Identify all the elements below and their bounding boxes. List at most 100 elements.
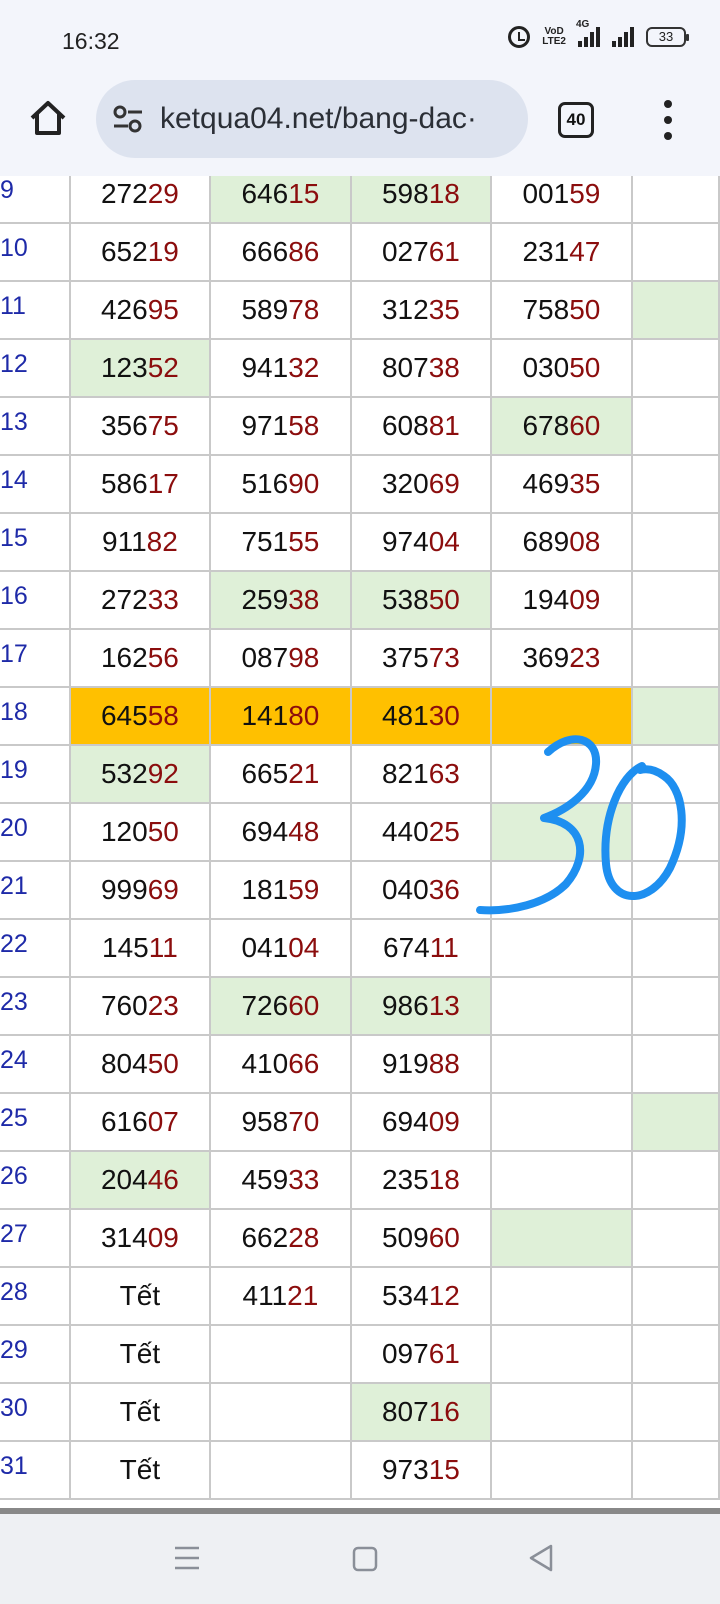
result-cell: 75155: [209, 512, 352, 572]
result-cell: [209, 1382, 352, 1442]
result-cell: 31409: [68, 1208, 212, 1268]
more-vert-icon[interactable]: [660, 100, 676, 140]
result-cell: 64558: [68, 686, 212, 746]
result-last-two: 19: [147, 236, 179, 267]
result-last-two: 35: [569, 468, 601, 499]
table-row: 27 31409 66228 50960: [0, 1208, 720, 1268]
result-cell: 99969: [68, 860, 212, 920]
result-last-two: 47: [569, 236, 601, 267]
result-last-two: 50: [428, 584, 460, 615]
day-number: 13: [0, 396, 71, 456]
result-cell: [630, 976, 720, 1036]
result-prefix: 369: [522, 642, 570, 673]
back-icon[interactable]: [528, 1544, 554, 1572]
result-prefix: 608: [381, 410, 429, 441]
result-prefix: Tết: [119, 1338, 161, 1369]
result-cell: 14180: [209, 686, 352, 746]
table-row: 28 Tết 41121 53412: [0, 1266, 720, 1326]
result-cell: [630, 512, 720, 572]
result-cell: 25938: [209, 570, 352, 630]
result-last-two: 86: [288, 236, 320, 267]
result-last-two: 11: [429, 932, 459, 963]
day-number: 23: [0, 976, 71, 1036]
result-cell: 02761: [349, 222, 493, 282]
result-prefix: 181: [241, 874, 289, 905]
recents-icon[interactable]: [174, 1544, 200, 1572]
status-bar: 16:32 VoD LTE2 4G 33: [0, 0, 720, 80]
day-number: 21: [0, 860, 71, 920]
result-last-two: 82: [146, 526, 178, 557]
home-button[interactable]: [26, 96, 70, 140]
result-prefix: 758: [522, 294, 570, 325]
result-prefix: 120: [100, 816, 148, 847]
status-icons: VoD LTE2 4G 33: [508, 19, 689, 48]
result-prefix: 040: [381, 874, 429, 905]
result-cell: [209, 1324, 352, 1384]
result-prefix: 586: [100, 468, 148, 499]
result-cell: [630, 1324, 720, 1384]
result-prefix: 516: [241, 468, 289, 499]
result-cell: [490, 1034, 633, 1094]
result-last-two: 88: [428, 1048, 460, 1079]
result-prefix: 598: [381, 178, 429, 209]
result-last-two: 16: [428, 1396, 460, 1427]
result-last-two: 69: [428, 468, 460, 499]
result-last-two: 12: [428, 1280, 460, 1311]
result-cell: 66228: [209, 1208, 352, 1268]
result-prefix: 041: [241, 932, 289, 963]
day-number: 31: [0, 1440, 71, 1500]
result-cell: [630, 570, 720, 630]
result-prefix: 662: [241, 1222, 289, 1253]
table-row: 10 65219 66686 02761 23147: [0, 222, 720, 282]
table-row: 16 27233 25938 53850 19409: [0, 570, 720, 630]
result-last-two: 60: [428, 1222, 460, 1253]
result-last-two: 59: [288, 874, 320, 905]
result-cell: 46935: [490, 454, 633, 514]
url-text[interactable]: ketqua04.net/bang-dac·: [160, 102, 477, 136]
results-table-area[interactable]: 9 27229 64615 59818 00159 10 65219 66686 02761 23…: [0, 176, 720, 1508]
result-prefix: 481: [381, 700, 429, 731]
result-cell: 58978: [209, 280, 352, 340]
day-number: 30: [0, 1382, 71, 1442]
result-cell: 12050: [68, 802, 212, 862]
result-cell: 41066: [209, 1034, 352, 1094]
result-cell: [630, 1150, 720, 1210]
result-cell: [630, 222, 720, 282]
result-prefix: 694: [241, 816, 289, 847]
result-cell: [630, 454, 720, 514]
result-prefix: 235: [381, 1164, 429, 1195]
day-number: 24: [0, 1034, 71, 1094]
result-cell: 50960: [349, 1208, 493, 1268]
result-last-two: 33: [147, 584, 179, 615]
table-row: 29 Tết 09761: [0, 1324, 720, 1384]
tune-icon[interactable]: [112, 104, 144, 134]
result-prefix: 911: [102, 526, 147, 557]
day-number: 11: [0, 280, 71, 340]
table-row: 11 42695 58978 31235 75850: [0, 280, 720, 340]
result-last-two: 50: [569, 352, 601, 383]
result-cell: 67411: [349, 918, 493, 978]
result-last-two: 60: [569, 410, 601, 441]
home-nav-icon[interactable]: [352, 1546, 378, 1572]
result-prefix: 986: [381, 990, 429, 1021]
url-bar[interactable]: ketqua04.net/bang-dac·: [96, 80, 528, 158]
result-prefix: 919: [381, 1048, 429, 1079]
result-prefix: 971: [241, 410, 289, 441]
result-last-two: 30: [428, 700, 460, 731]
result-cell: [490, 686, 633, 746]
result-cell: 97315: [349, 1440, 493, 1500]
result-prefix: 312: [381, 294, 429, 325]
result-cell: 19409: [490, 570, 633, 630]
result-cell: 14511: [68, 918, 212, 978]
result-last-two: 38: [288, 584, 320, 615]
table-row: 23 76023 72660 98613: [0, 976, 720, 1036]
result-cell: 12352: [68, 338, 212, 398]
result-prefix: 674: [383, 932, 430, 963]
result-cell: 69448: [209, 802, 352, 862]
day-number: 26: [0, 1150, 71, 1210]
network-label: 4G: [576, 19, 590, 30]
tabs-button[interactable]: 40: [558, 102, 594, 138]
result-last-two: 29: [147, 178, 179, 209]
result-cell: 36923: [490, 628, 633, 688]
result-prefix: 162: [100, 642, 148, 673]
